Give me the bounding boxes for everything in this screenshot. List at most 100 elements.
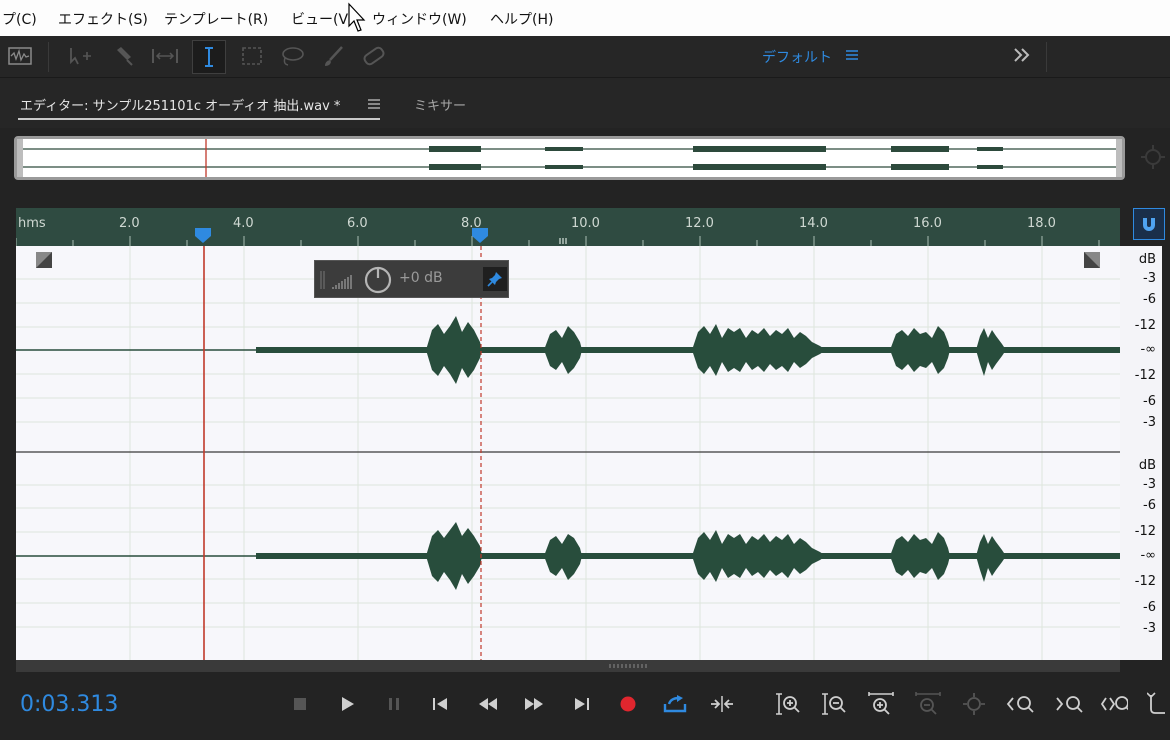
gain-value[interactable]: +0 dB (399, 270, 443, 286)
zoom-in-time-button[interactable] (867, 690, 895, 718)
zoom-out-point-button[interactable] (1055, 690, 1083, 718)
pin-icon (487, 272, 502, 287)
db-label: -∞ (1140, 342, 1156, 357)
tab-mixer[interactable]: ミキサー (414, 95, 466, 114)
stop-icon (294, 698, 306, 710)
marquee-tool-icon[interactable] (238, 42, 266, 70)
toolbar-divider (48, 42, 49, 72)
gain-level-icon (320, 271, 352, 289)
zoom-in-amplitude-button[interactable] (774, 690, 802, 718)
workspace-menu-icon[interactable] (845, 48, 859, 62)
gain-knob-icon[interactable] (363, 265, 393, 295)
fast-forward-button[interactable] (520, 690, 548, 718)
transport-bar: 0:03.313 (0, 672, 1170, 740)
play-icon (342, 697, 354, 711)
menu-effects[interactable]: エフェクト(S) (58, 9, 148, 29)
mouse-cursor-icon (348, 2, 366, 32)
skip-back-icon (433, 698, 447, 710)
zoom-out-amplitude-icon (822, 693, 846, 715)
skip-selection-button[interactable] (708, 690, 736, 718)
zoom-full-icon (963, 693, 985, 715)
db-scale: dB -3 -6 -12 -∞ -12 -6 -3 dB -3 -6 -12 -… (1120, 246, 1162, 660)
extra-tool-icon (1147, 692, 1165, 714)
db-label: -6 (1143, 498, 1156, 513)
menu-window[interactable]: ウィンドウ(W) (372, 9, 467, 29)
overview-waveform (17, 139, 1122, 177)
play-button[interactable] (333, 690, 361, 718)
record-icon (620, 696, 636, 712)
skip-selection-icon (711, 696, 733, 712)
gain-hud[interactable]: +0 dB (314, 260, 509, 298)
rewind-icon (479, 698, 497, 710)
db-label: -∞ (1140, 548, 1156, 563)
current-time-display[interactable]: 0:03.313 (20, 692, 118, 717)
menu-template[interactable]: テンプレート(R) (164, 9, 268, 29)
extra-tool-button[interactable] (1146, 690, 1168, 718)
db-label: -3 (1143, 271, 1156, 286)
zoom-in-time-icon (868, 692, 894, 715)
zoom-out-point-icon (1056, 696, 1083, 713)
waveform-overview[interactable] (14, 136, 1125, 180)
db-label: dB (1138, 252, 1156, 267)
menu-bar: プ(C) エフェクト(S) テンプレート(R) ビュー(V) ウィンドウ(W) … (0, 0, 1170, 37)
loop-icon (663, 695, 687, 713)
razor-tool-icon[interactable] (110, 42, 138, 70)
pause-button[interactable] (380, 690, 408, 718)
fade-in-handle-icon (36, 252, 52, 268)
zoom-full-button[interactable] (960, 690, 988, 718)
time-ruler[interactable]: hms 2.0 4.0 6.0 8.0 10.0 12.0 14.0 16.0 … (16, 208, 1120, 246)
fast-forward-icon (525, 698, 543, 710)
cursor-marker-icon (472, 228, 488, 243)
time-selection-tool-icon[interactable] (192, 40, 226, 74)
db-label: dB (1138, 458, 1156, 473)
scroll-grip-icon[interactable] (608, 663, 648, 669)
toolbar: デフォルト (0, 36, 1170, 78)
menu-item[interactable]: プ(C) (2, 9, 37, 29)
waveform-view-icon[interactable] (6, 42, 34, 70)
zoom-out-time-button[interactable] (914, 690, 942, 718)
zoom-in-point-icon (1006, 696, 1034, 713)
snap-magnet-button[interactable] (1133, 208, 1165, 240)
zoom-overview-icon[interactable] (1140, 144, 1166, 170)
magnet-icon (1143, 218, 1155, 231)
go-to-start-button[interactable] (426, 690, 454, 718)
zoom-out-time-icon (915, 692, 941, 715)
lasso-tool-icon[interactable] (278, 42, 306, 70)
db-label: -12 (1134, 574, 1156, 589)
db-label: -6 (1143, 292, 1156, 307)
zoom-selection-button[interactable] (1100, 690, 1128, 718)
fade-out-handle-icon (1084, 252, 1100, 268)
brush-tool-icon[interactable] (320, 42, 348, 70)
stop-button[interactable] (286, 690, 314, 718)
menu-view[interactable]: ビュー(V) (291, 9, 354, 29)
panel-tab-bar: エディター: サンプル251101c オーディオ 抽出.wav * ミキサー (0, 78, 1170, 128)
loop-button[interactable] (661, 690, 689, 718)
db-label: -3 (1143, 415, 1156, 430)
zoom-out-amplitude-button[interactable] (820, 690, 848, 718)
pause-icon (389, 698, 399, 710)
slip-tool-icon[interactable] (150, 42, 178, 70)
db-label: -6 (1143, 600, 1156, 615)
db-label: -12 (1134, 524, 1156, 539)
move-tool-icon[interactable] (66, 42, 94, 70)
active-tab-underline (18, 118, 380, 120)
db-label: -3 (1143, 477, 1156, 492)
workspace-label[interactable]: デフォルト (762, 47, 832, 67)
go-to-end-button[interactable] (568, 690, 596, 718)
rewind-button[interactable] (474, 690, 502, 718)
db-label: -6 (1143, 394, 1156, 409)
spot-healing-tool-icon[interactable] (360, 42, 388, 70)
tab-editor[interactable]: エディター: サンプル251101c オーディオ 抽出.wav * (20, 95, 340, 114)
zoom-in-amplitude-icon (776, 693, 800, 715)
record-button[interactable] (614, 690, 642, 718)
menu-help[interactable]: ヘルプ(H) (490, 9, 553, 29)
pin-button[interactable] (483, 267, 507, 291)
ruler-ticks (16, 228, 1100, 246)
db-label: -12 (1134, 368, 1156, 383)
zoom-in-point-button[interactable] (1006, 690, 1034, 718)
tab-menu-icon[interactable] (367, 97, 381, 111)
more-panels-icon[interactable] (1013, 47, 1031, 63)
db-label: -3 (1143, 621, 1156, 636)
horizontal-scrollbar[interactable] (16, 660, 1120, 672)
waveform-editor[interactable] (16, 246, 1120, 660)
